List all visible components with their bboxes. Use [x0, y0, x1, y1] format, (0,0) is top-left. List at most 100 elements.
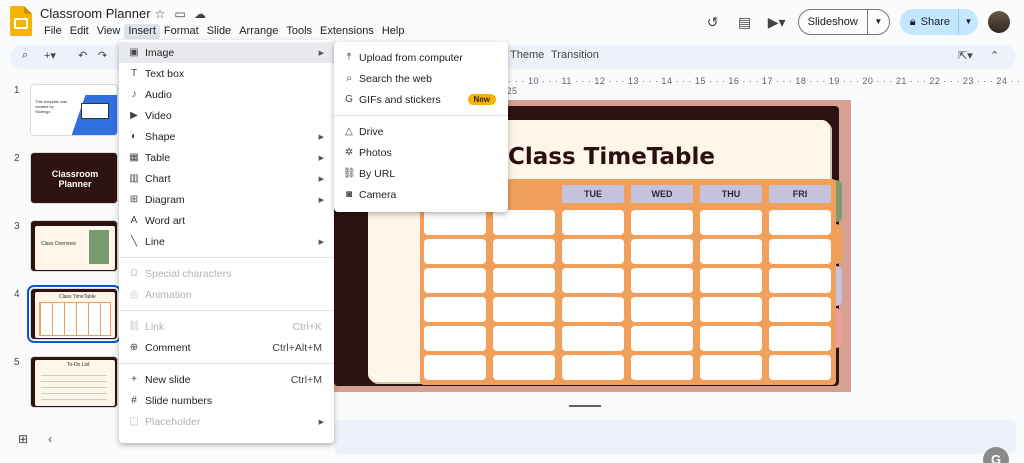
timetable-cell[interactable] — [631, 355, 693, 380]
menu-item-table[interactable]: ▦ Table ▶ — [119, 147, 334, 168]
timetable-cell[interactable] — [700, 297, 762, 322]
timetable-cell[interactable] — [700, 268, 762, 293]
menu-tools[interactable]: Tools — [282, 24, 316, 39]
slide-title[interactable]: Class TimeTable — [508, 144, 715, 170]
search-menus-icon[interactable]: ⌕ — [22, 49, 28, 62]
share-button[interactable]: 🔒︎ Share ▼ — [899, 9, 978, 35]
slideshow-label[interactable]: Slideshow — [799, 10, 867, 34]
menu-insert[interactable]: Insert — [124, 24, 160, 39]
timetable-cell[interactable] — [769, 297, 831, 322]
meet-icon[interactable]: ▶▾ — [766, 11, 788, 33]
submenu-arrow-icon: ▶ — [318, 196, 324, 204]
cloud-status-icon[interactable]: ☁ — [193, 7, 207, 21]
notes-resize-handle[interactable] — [569, 405, 601, 407]
speaker-notes[interactable] — [334, 420, 1016, 454]
menu-item-search-the-web[interactable]: ⌕ Search the web — [334, 68, 508, 89]
timetable-cell[interactable] — [769, 268, 831, 293]
redo-icon[interactable]: ↷ — [98, 49, 107, 62]
theme-button[interactable]: Theme — [510, 49, 544, 61]
menu-item-word-art[interactable]: A Word art — [119, 210, 334, 231]
slide-thumbnail-3[interactable]: Class Overview — [30, 220, 118, 272]
timetable-cell[interactable] — [562, 355, 624, 380]
timetable-cell[interactable] — [493, 210, 555, 235]
menu-arrange[interactable]: Arrange — [235, 24, 282, 39]
timetable-cell[interactable] — [562, 326, 624, 351]
menu-item-chart[interactable]: ▥ Chart ▶ — [119, 168, 334, 189]
timetable-cell[interactable] — [562, 268, 624, 293]
select-tool-icon[interactable]: ⇱▾ — [958, 49, 973, 62]
menu-view[interactable]: View — [93, 24, 125, 39]
slideshow-button[interactable]: Slideshow ▼ — [797, 9, 890, 35]
document-title[interactable]: Classroom Planner — [40, 6, 151, 21]
timetable-cell[interactable] — [631, 326, 693, 351]
menu-item-diagram[interactable]: ⊞ Diagram ▶ — [119, 189, 334, 210]
menu-item-line[interactable]: ╲ Line ▶ — [119, 231, 334, 252]
timetable-cell[interactable] — [769, 326, 831, 351]
slides-logo-icon[interactable] — [10, 6, 32, 36]
grid-view-icon[interactable]: ⊞ — [18, 432, 28, 446]
menu-slide[interactable]: Slide — [203, 24, 235, 39]
menu-format[interactable]: Format — [160, 24, 203, 39]
share-dropdown-icon[interactable]: ▼ — [958, 9, 978, 35]
submenu-arrow-icon: ▶ — [318, 154, 324, 162]
slide-thumbnail-2[interactable]: Classroom Planner — [30, 152, 118, 204]
transition-button[interactable]: Transition — [551, 49, 599, 61]
menu-item-drive[interactable]: △ Drive — [334, 121, 508, 142]
slideshow-dropdown-icon[interactable]: ▼ — [866, 10, 889, 34]
slide-thumbnail-4[interactable]: Class TimeTable — [27, 285, 121, 343]
new-slide-icon[interactable]: +▾ — [44, 49, 56, 62]
menu-item-shape[interactable]: ◐ Shape ▶ — [119, 126, 334, 147]
timetable-cell[interactable] — [424, 239, 486, 264]
timetable-cell[interactable] — [700, 355, 762, 380]
timetable-cell[interactable] — [424, 355, 486, 380]
menu-help[interactable]: Help — [378, 24, 409, 39]
timetable-cell[interactable] — [424, 210, 486, 235]
menu-extensions[interactable]: Extensions — [316, 24, 378, 39]
timetable-cell[interactable] — [631, 239, 693, 264]
timetable-cell[interactable] — [493, 297, 555, 322]
menu-item-image[interactable]: ▣ Image ▶ — [119, 42, 334, 63]
menu-item-upload-from-computer[interactable]: ⤒ Upload from computer — [334, 47, 508, 68]
timetable-cell[interactable] — [562, 239, 624, 264]
menu-item-video[interactable]: ▶ Video — [119, 105, 334, 126]
slide-thumbnail-1[interactable]: This template was created by Slidesgo — [30, 84, 118, 136]
slide-thumbnail-5[interactable]: To-Do List — [30, 356, 118, 408]
timetable-cell[interactable] — [769, 210, 831, 235]
timetable-cell[interactable] — [769, 355, 831, 380]
move-folder-icon[interactable]: ▭ — [173, 7, 187, 21]
timetable-cell[interactable] — [493, 326, 555, 351]
menu-item-comment[interactable]: ⊕ Comment Ctrl+Alt+M — [119, 337, 334, 358]
version-history-icon[interactable]: ↺ — [702, 11, 724, 33]
timetable-cell[interactable] — [700, 239, 762, 264]
timetable-cell[interactable] — [424, 297, 486, 322]
menu-item-gifs-and-stickers[interactable]: G GIFs and stickers New — [334, 89, 508, 110]
timetable-cell[interactable] — [493, 355, 555, 380]
timetable-cell[interactable] — [493, 268, 555, 293]
timetable-cell[interactable] — [493, 239, 555, 264]
menu-item-slide-numbers[interactable]: # Slide numbers — [119, 390, 334, 411]
menu-item-photos[interactable]: ✲ Photos — [334, 142, 508, 163]
timetable-cell[interactable] — [424, 326, 486, 351]
undo-icon[interactable]: ↶ — [78, 49, 87, 62]
menu-item-audio[interactable]: ♪ Audio — [119, 84, 334, 105]
timetable-cell[interactable] — [700, 210, 762, 235]
timetable-cell[interactable] — [631, 210, 693, 235]
menu-item-new-slide[interactable]: + New slide Ctrl+M — [119, 369, 334, 390]
menu-edit[interactable]: Edit — [66, 24, 93, 39]
comments-icon[interactable]: ▤ — [734, 11, 756, 33]
timetable-cell[interactable] — [769, 239, 831, 264]
menu-file[interactable]: File — [40, 24, 66, 39]
timetable-cell[interactable] — [631, 297, 693, 322]
timetable-cell[interactable] — [424, 268, 486, 293]
timetable-cell[interactable] — [700, 326, 762, 351]
star-icon[interactable]: ☆ — [153, 7, 167, 21]
menu-item-by-url[interactable]: ⛓ By URL — [334, 163, 508, 184]
timetable-cell[interactable] — [631, 268, 693, 293]
menu-item-camera[interactable]: ◙ Camera — [334, 184, 508, 205]
timetable-cell[interactable] — [562, 297, 624, 322]
collapse-toolbar-icon[interactable]: ⌃ — [990, 49, 999, 62]
menu-item-text-box[interactable]: T Text box — [119, 63, 334, 84]
timetable-cell[interactable] — [562, 210, 624, 235]
collapse-filmstrip-icon[interactable]: ‹ — [48, 432, 52, 446]
avatar[interactable] — [988, 11, 1010, 33]
